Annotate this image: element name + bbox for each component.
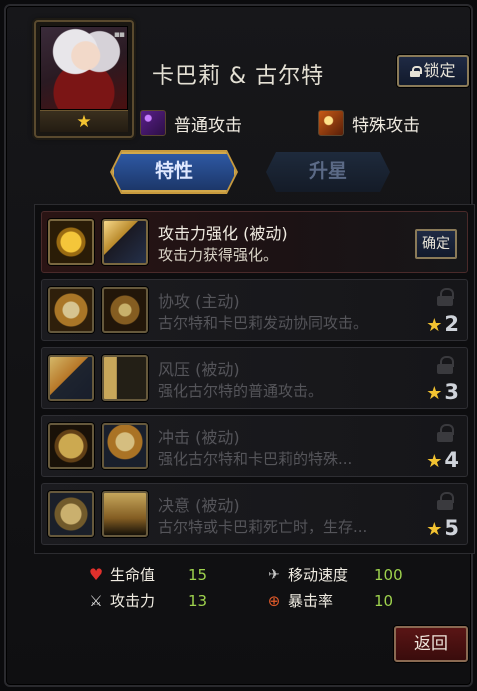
lock-icon bbox=[437, 424, 454, 442]
skill-list: 攻击力强化 (被动) 攻击力获得强化。 确定 协攻 (主动) 古尔特和卡巴莉发动… bbox=[34, 204, 475, 554]
crosshair-icon: ⊕ bbox=[267, 591, 281, 610]
star-icon: ★ bbox=[426, 383, 443, 404]
star-requirement: ★2 bbox=[426, 312, 459, 336]
shield-face-icon bbox=[48, 423, 94, 469]
lock-button-label: 锁定 bbox=[423, 61, 456, 80]
stats-panel: ♥ 生命值 15 ⚔ 攻击力 13 ✈ 移动速度 100 ⊕ 暴击率 10 bbox=[88, 564, 408, 612]
skill-description: 强化古尔特和卡巴莉的特殊... bbox=[158, 450, 353, 468]
heart-icon: ♥ bbox=[88, 564, 104, 584]
impact-icon bbox=[102, 287, 148, 333]
skill-row-wind-pressure[interactable]: 风压 (被动) 强化古尔特的普通攻击。 ★3 bbox=[41, 347, 468, 409]
flame-icon bbox=[102, 423, 148, 469]
skill-title: 协攻 (主动) bbox=[158, 292, 240, 311]
explosion-icon bbox=[48, 287, 94, 333]
wind-slash-icon bbox=[48, 355, 94, 401]
skill-description: 古尔特和卡巴莉发动协同攻击。 bbox=[158, 314, 369, 332]
stat-label: 生命值 bbox=[110, 566, 156, 584]
lock-icon bbox=[437, 288, 454, 306]
lock-icon bbox=[437, 356, 454, 374]
return-button[interactable]: 返回 bbox=[394, 626, 468, 662]
special-attack-label: 特殊攻击 bbox=[352, 115, 420, 136]
normal-attack-indicator: 普通攻击 bbox=[140, 110, 242, 136]
star-requirement-value: 5 bbox=[444, 516, 459, 540]
star-requirement: ★3 bbox=[426, 380, 459, 404]
boot-icon: ✈ bbox=[268, 566, 280, 583]
stat-value: 15 bbox=[188, 565, 208, 584]
stat-value: 10 bbox=[374, 591, 394, 610]
star-requirement-value: 3 bbox=[444, 380, 459, 404]
silhouette-icon bbox=[102, 491, 148, 537]
special-attack-icon bbox=[318, 110, 344, 136]
normal-attack-label: 普通攻击 bbox=[174, 115, 242, 136]
skill-title: 冲击 (被动) bbox=[158, 428, 240, 447]
stat-value: 100 bbox=[374, 565, 403, 584]
angel-icon bbox=[48, 491, 94, 537]
skill-title: 决意 (被动) bbox=[158, 496, 240, 515]
skill-row-resolve[interactable]: 决意 (被动) 古尔特或卡巴莉死亡时，生存... ★5 bbox=[41, 483, 468, 545]
skill-description: 古尔特或卡巴莉死亡时，生存... bbox=[158, 518, 368, 536]
star-requirement: ★5 bbox=[426, 516, 459, 540]
skill-row-combo-attack[interactable]: 协攻 (主动) 古尔特和卡巴莉发动协同攻击。 ★2 bbox=[41, 279, 468, 341]
stat-crit-rate: ⊕ 暴击率 10 bbox=[266, 590, 393, 611]
stat-attack: ⚔ 攻击力 13 bbox=[88, 590, 207, 611]
star-icon: ★ bbox=[426, 519, 443, 540]
skill-title: 攻击力强化 (被动) bbox=[158, 224, 288, 243]
lock-icon bbox=[410, 66, 423, 77]
tab-star-upgrade[interactable]: 升星 bbox=[266, 152, 390, 192]
skill-title: 风压 (被动) bbox=[158, 360, 240, 379]
stat-move-speed: ✈ 移动速度 100 bbox=[266, 564, 403, 585]
star-requirement-value: 2 bbox=[444, 312, 459, 336]
stat-label: 暴击率 bbox=[288, 592, 334, 610]
stat-label: 攻击力 bbox=[110, 592, 156, 610]
claw-icon bbox=[102, 355, 148, 401]
lock-icon bbox=[437, 492, 454, 510]
star-icon: ★ bbox=[426, 315, 443, 336]
stat-label: 移动速度 bbox=[288, 566, 349, 584]
lock-button[interactable]: 锁定 bbox=[397, 55, 469, 87]
confirm-button[interactable]: 确定 bbox=[415, 229, 457, 259]
skill-description: 攻击力获得强化。 bbox=[158, 246, 279, 264]
character-name: 卡巴莉 & 古尔特 bbox=[152, 64, 325, 89]
portrait-star-icon: ★ bbox=[40, 110, 128, 132]
portrait-dots-icon: ▪▪ bbox=[113, 30, 125, 40]
stat-value: 13 bbox=[188, 591, 208, 610]
blade-icon bbox=[102, 219, 148, 265]
character-trait-panel: ▪▪ ★ 卡巴莉 & 古尔特 锁定 普通攻击 特殊攻击 特性 升星 攻击力强化 … bbox=[4, 4, 475, 687]
tab-trait[interactable]: 特性 bbox=[112, 152, 236, 192]
character-portrait[interactable]: ▪▪ ★ bbox=[34, 20, 134, 138]
star-requirement-value: 4 bbox=[444, 448, 459, 472]
skill-description: 强化古尔特的普通攻击。 bbox=[158, 382, 324, 400]
special-attack-indicator: 特殊攻击 bbox=[318, 110, 420, 136]
normal-attack-icon bbox=[140, 110, 166, 136]
stat-hp: ♥ 生命值 15 bbox=[88, 564, 207, 585]
skill-row-impact[interactable]: 冲击 (被动) 强化古尔特和卡巴莉的特殊... ★4 bbox=[41, 415, 468, 477]
sword-icon: ⚔ bbox=[89, 591, 103, 610]
attack-boost-icon bbox=[48, 219, 94, 265]
star-icon: ★ bbox=[426, 451, 443, 472]
star-requirement: ★4 bbox=[426, 448, 459, 472]
skill-row-attack-boost[interactable]: 攻击力强化 (被动) 攻击力获得强化。 确定 bbox=[41, 211, 468, 273]
